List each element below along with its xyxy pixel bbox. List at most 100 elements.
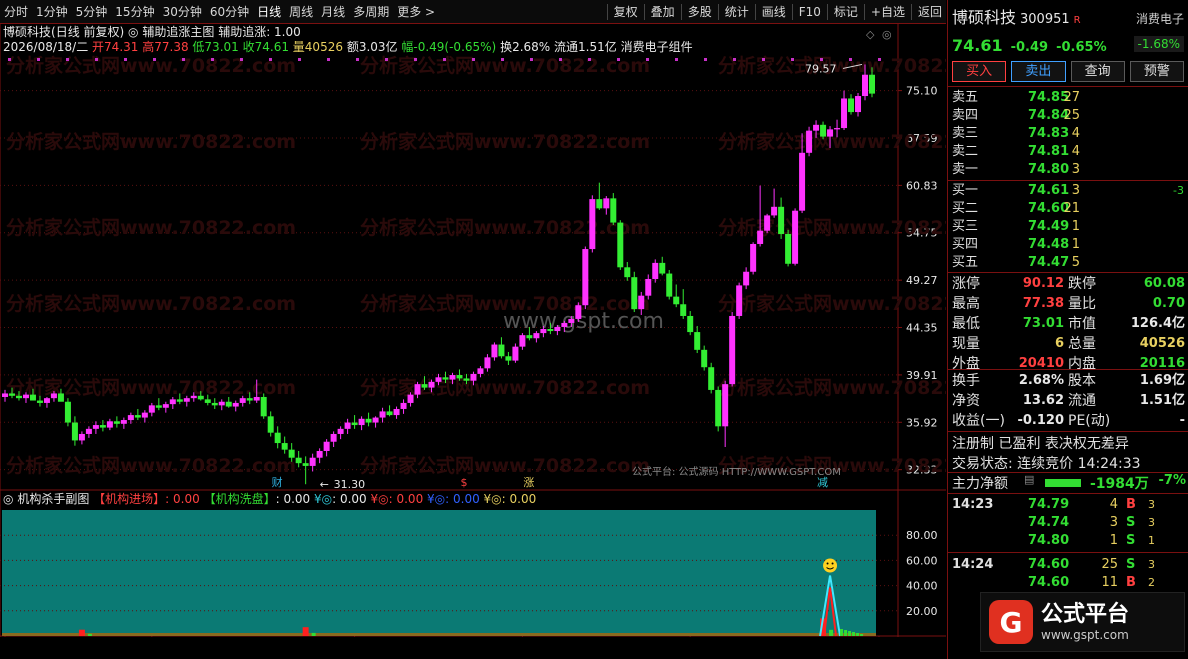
candle-body (694, 332, 701, 350)
wash-label: 【机构洗盘】 (203, 492, 276, 506)
period-tab-10[interactable]: 更多 > (393, 0, 439, 24)
toolbar-button-4[interactable]: 画线 (758, 0, 790, 24)
sub-panel-header: ◎ 机构杀手副图 【机构进场】: 0.00 【机构洗盘】: 0.00 ¥◎: 0… (3, 491, 536, 507)
candle-body (316, 450, 323, 458)
period-tab-0[interactable]: 分时 (0, 0, 32, 24)
bid-row[interactable]: 买二 74.60 21 (948, 200, 1188, 218)
indicator-name[interactable]: 辅助追涨主图 (142, 25, 214, 39)
period-tab-8[interactable]: 月线 (317, 0, 349, 24)
candle-body (43, 398, 50, 403)
buy-button[interactable]: 买入 (952, 61, 1007, 82)
ask-row[interactable]: 卖五 74.85 27 (948, 89, 1188, 107)
bid-row[interactable]: 买四 74.48 1 (948, 236, 1188, 254)
sub-y-tick-label: 20.00 (906, 605, 938, 618)
watermark-text: 分析家公式网www.70822.com (718, 376, 946, 399)
logo-icon: G (989, 600, 1033, 644)
toolbar-button-2[interactable]: 多股 (684, 0, 716, 24)
stat-row: 换手 2.68% 股本 1.69亿 (948, 371, 1188, 391)
visibility-toggle-icon[interactable]: ◎ (128, 25, 138, 39)
toolbar-separator (791, 3, 793, 20)
signal-dot (443, 58, 446, 61)
watermark-text: 分析家公式网www.70822.com (6, 376, 296, 399)
toolbar-button-7[interactable]: +自选 (867, 0, 909, 24)
candle-body (785, 233, 792, 264)
candle-body (666, 273, 673, 297)
candle-body (764, 215, 771, 231)
toolbar-button-5[interactable]: F10 (795, 0, 825, 24)
high-label: 79.57 (805, 62, 837, 75)
quote-sector[interactable]: 消费电子 (1136, 10, 1184, 27)
candle-body (2, 393, 8, 397)
ask-book: 卖五 74.85 27 卖四 74.84 25 卖三 74.83 4 卖二 74.81 4 卖一 74.8… (948, 89, 1188, 179)
toolbar-button-1[interactable]: 叠加 (647, 0, 679, 24)
candle-body (848, 98, 855, 113)
candle-body (484, 357, 491, 369)
period-tab-4[interactable]: 30分钟 (159, 0, 206, 24)
stat-label: PE(动) (1068, 413, 1111, 429)
candle-body (141, 412, 148, 418)
sub-panel-title[interactable]: 机构杀手副图 (17, 492, 89, 506)
toolbar-separator (606, 3, 608, 20)
period-tab-9[interactable]: 多周期 (349, 0, 393, 24)
period-tab-6[interactable]: 日线 (253, 0, 285, 24)
signal-dot (211, 58, 214, 61)
period-tab-1[interactable]: 1分钟 (32, 0, 72, 24)
divider (948, 180, 1188, 181)
candle-body (337, 428, 344, 434)
toolbar-separator (863, 3, 865, 20)
candle-body (757, 230, 764, 244)
period-tab-7[interactable]: 周线 (285, 0, 317, 24)
candle-body (547, 329, 554, 332)
candle-body (568, 318, 575, 323)
candle-body (652, 262, 659, 279)
signal-dot (878, 58, 881, 61)
sub-green-tail (848, 631, 852, 636)
main-flow[interactable]: 主力净额 ▤ -1984万 -7% (952, 473, 1186, 493)
bid-label: 买一 (952, 183, 979, 198)
visibility-toggle-icon[interactable]: ◎ (3, 492, 13, 506)
stat-label: 净资 (952, 393, 980, 409)
sell-button[interactable]: 卖出 (1011, 61, 1066, 82)
toolbar-button-8[interactable]: 返回 (914, 0, 946, 24)
smiley-icon (823, 558, 838, 573)
query-button[interactable]: 查询 (1070, 61, 1125, 82)
ask-row[interactable]: 卖一 74.80 3 (948, 161, 1188, 179)
watermark-text: 分析家公式网www.70822.com (6, 454, 296, 477)
toolbar-button-6[interactable]: 标记 (830, 0, 862, 24)
candle-body (624, 267, 631, 278)
candle-body (274, 432, 281, 444)
period-tab-2[interactable]: 5分钟 (72, 0, 112, 24)
tick-side: B (1126, 575, 1136, 590)
stat-label: 涨停 (952, 276, 980, 292)
bid-label: 买五 (952, 255, 979, 270)
alert-button[interactable]: 预警 (1129, 61, 1184, 82)
ask-row[interactable]: 卖四 74.84 25 (948, 107, 1188, 125)
signal-dot (240, 58, 243, 61)
stat-value: 126.4亿 (1130, 316, 1185, 331)
stat-value: 6 (1054, 336, 1064, 351)
main-flow-label: 主力净额 (952, 476, 1008, 492)
toolbar-button-0[interactable]: 复权 (610, 0, 642, 24)
period-tab-3[interactable]: 15分钟 (111, 0, 158, 24)
watermark-text: 分析家公式网www.70822.com (360, 376, 650, 399)
period-tab-5[interactable]: 60分钟 (206, 0, 253, 24)
sub-y-tick-label: 60.00 (906, 554, 938, 567)
candle-body (603, 198, 610, 209)
ask-row[interactable]: 卖二 74.81 4 (948, 143, 1188, 161)
candle-body (449, 375, 456, 380)
smiley-eye (826, 562, 829, 565)
ask-label: 卖五 (952, 90, 979, 105)
candle-body (225, 401, 232, 407)
tick-row: 74.74 3 S 3 (948, 514, 1188, 532)
entry-value: : 0.00 (165, 492, 200, 506)
ask-row[interactable]: 卖三 74.83 4 (948, 125, 1188, 143)
site-note: 公式平台: 公式源码 HTTP://WWW.GSPT.COM (632, 465, 841, 478)
stat-label: 股本 (1068, 373, 1096, 389)
bid-row[interactable]: 买五 74.47 5 (948, 254, 1188, 272)
candle-body (120, 420, 127, 424)
bid-row[interactable]: 买一 74.61 3 -3 (948, 182, 1188, 200)
bid-row[interactable]: 买三 74.49 1 (948, 218, 1188, 236)
watermark-text: 分析家公式网www.70822.com (360, 216, 650, 239)
bid-volume: 3 (1071, 183, 1080, 198)
toolbar-button-3[interactable]: 统计 (721, 0, 753, 24)
